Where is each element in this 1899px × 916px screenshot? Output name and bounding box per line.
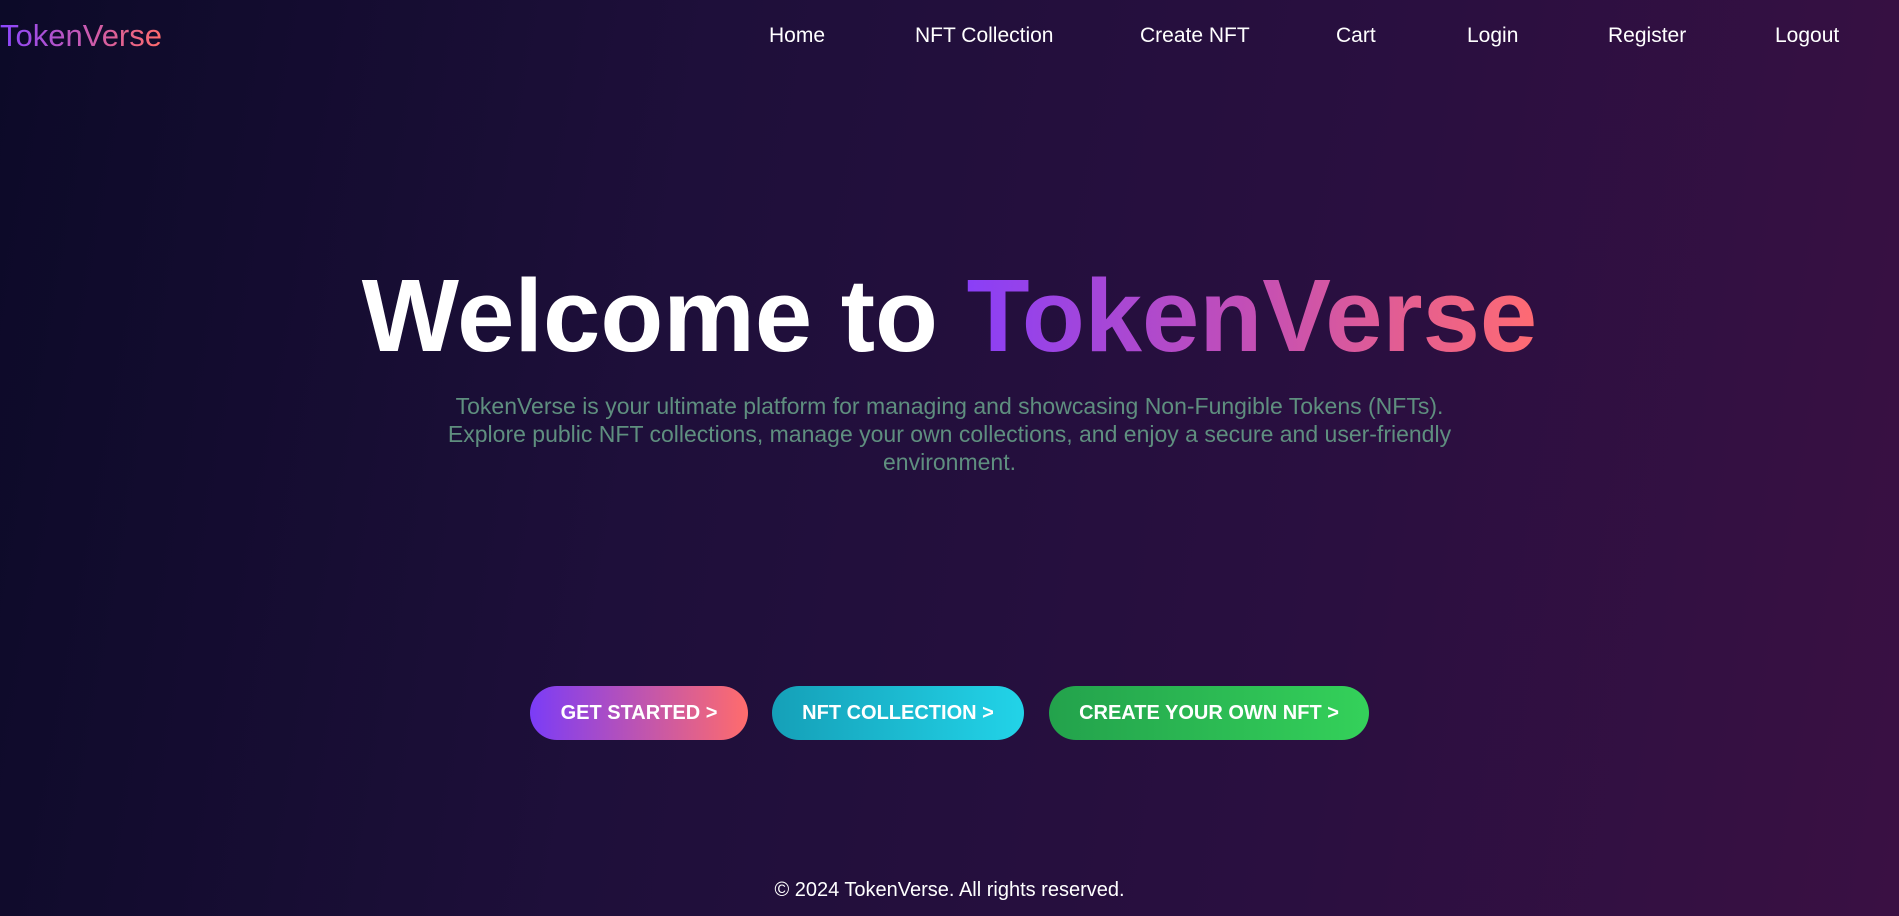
hero-description: TokenVerse is your ultimate platform for… — [447, 393, 1452, 475]
footer-copyright: © 2024 TokenVerse. All rights reserved. — [774, 879, 1125, 901]
nav-item-cart[interactable]: Cart — [1336, 24, 1376, 48]
create-nft-button[interactable]: CREATE YOUR OWN NFT > — [1049, 686, 1369, 740]
nav-item-login[interactable]: Login — [1467, 24, 1518, 48]
nav-links: Home NFT Collection Create NFT Cart Logi… — [0, 24, 1899, 48]
hero-title: Welcome to TokenVerse — [0, 258, 1899, 374]
get-started-button[interactable]: GET STARTED > — [530, 686, 748, 740]
navbar: TokenVerse Home NFT Collection Create NF… — [0, 0, 1899, 72]
nft-collection-button[interactable]: NFT COLLECTION > — [772, 686, 1024, 740]
nav-item-logout[interactable]: Logout — [1775, 24, 1839, 48]
cta-row: GET STARTED > NFT COLLECTION > CREATE YO… — [0, 686, 1899, 740]
nav-item-create-nft[interactable]: Create NFT — [1140, 24, 1250, 48]
nav-item-register[interactable]: Register — [1608, 24, 1686, 48]
hero-title-prefix: Welcome to — [361, 258, 938, 373]
nav-item-nft-collection[interactable]: NFT Collection — [915, 24, 1054, 48]
nav-item-home[interactable]: Home — [769, 24, 825, 48]
hero-title-highlight: TokenVerse — [966, 258, 1538, 373]
